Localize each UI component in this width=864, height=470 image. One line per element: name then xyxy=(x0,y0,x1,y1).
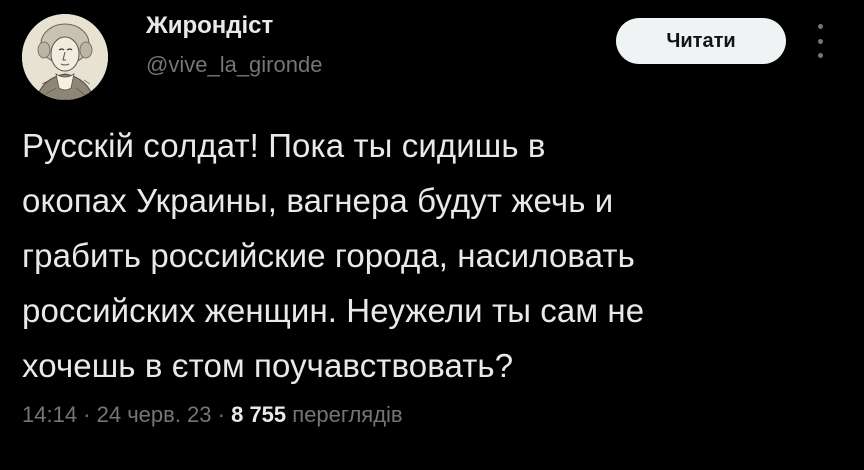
more-options-icon[interactable] xyxy=(814,24,826,58)
dot xyxy=(817,53,823,58)
tweet-meta: 14:14 · 24 черв. 23 · 8 755 переглядів xyxy=(22,402,403,428)
follow-button[interactable]: Читати xyxy=(616,18,786,64)
portrait-icon xyxy=(22,14,108,100)
tweet-text: Русскій солдат! Пока ты сидишь в окопах … xyxy=(22,118,842,393)
meta-separator: · xyxy=(77,402,97,427)
tweet-line: хочешь в єтом поучавствовать? xyxy=(22,347,514,384)
tweet-line: Русскій солдат! Пока ты сидишь в xyxy=(22,127,546,164)
tweet-time[interactable]: 14:14 xyxy=(22,402,77,427)
tweet-date[interactable]: 24 черв. 23 xyxy=(97,402,212,427)
dot xyxy=(817,38,823,44)
author-name[interactable]: Жирондіст xyxy=(146,12,273,40)
avatar[interactable] xyxy=(22,14,108,100)
views-label: переглядів xyxy=(292,402,403,427)
dot xyxy=(817,24,823,29)
meta-separator: · xyxy=(211,402,232,427)
author-handle[interactable]: @vive_la_gironde xyxy=(146,52,322,78)
views-count[interactable]: 8 755 xyxy=(231,402,286,427)
tweet-line: окопах Украины, вагнера будут жечь и xyxy=(22,182,614,219)
tweet-line: грабить российские города, насиловать xyxy=(22,237,635,274)
tweet-line: российских женщин. Неужели ты сам не xyxy=(22,292,645,329)
